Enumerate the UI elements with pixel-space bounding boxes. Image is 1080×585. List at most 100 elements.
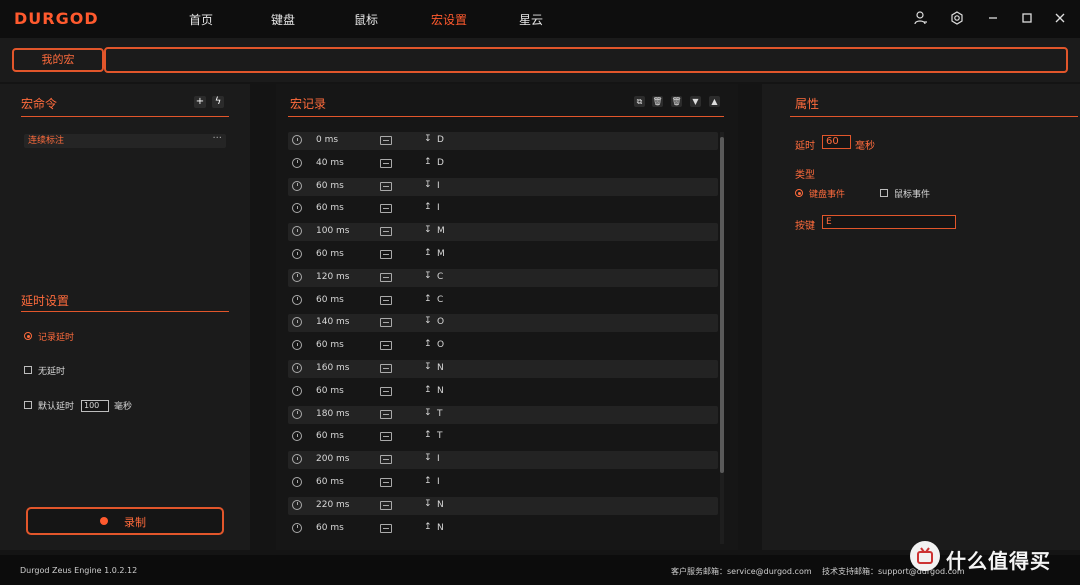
keyboard-icon [380,478,392,487]
lightning-icon[interactable]: ϟ [212,96,224,108]
table-row[interactable]: 60 ms ↥ N [288,383,718,401]
delay-cell: 100 ms [316,226,350,237]
key-cell: T [437,431,443,442]
clock-icon [292,499,302,510]
delay-input[interactable]: 60 [822,135,851,149]
nav-macro-settings[interactable]: 宏设置 [431,11,467,28]
clock-icon [292,203,302,214]
keyboard-icon [380,136,392,145]
move-down-icon[interactable]: ▼ [690,96,701,107]
properties-panel [762,84,1080,550]
table-row[interactable]: 60 ms ↥ T [288,428,718,446]
table-row[interactable]: 40 ms ↥ D [288,155,718,173]
copy-icon[interactable]: ⧉ [634,96,645,107]
maximize-icon[interactable] [1019,11,1035,27]
scrollbar-thumb[interactable] [720,137,724,473]
nav-mouse[interactable]: 鼠标 [354,11,378,28]
table-row[interactable]: 140 ms ↧ O [288,314,718,333]
key-cell: I [437,477,440,487]
keyboard-icon [380,250,392,259]
macro-list-item[interactable]: 连续标注 ··· [24,132,226,148]
delay-cell: 140 ms [316,317,350,328]
clock-icon [292,317,302,328]
table-row[interactable]: 220 ms ↧ N [288,496,718,515]
plus-icon[interactable]: + [194,96,206,108]
delete-all-icon[interactable]: 🗑 [671,96,682,107]
record-delay-radio[interactable] [24,332,32,340]
macro-record-list[interactable]: 0 ms ↧ D 40 ms ↥ D 60 ms ↧ I 60 ms ↥ I 100 ms ↧ M 60 ms… [288,132,720,544]
more-icon[interactable]: ··· [212,132,222,146]
delay-unit: 毫秒 [855,141,875,152]
table-row[interactable]: 60 ms ↥ I [288,474,718,492]
key-direction-icon: ↥ [424,430,432,441]
clock-icon [292,249,302,259]
key-input[interactable]: E [822,215,956,229]
clock-icon [292,226,302,237]
table-row[interactable]: 100 ms ↧ M [288,223,718,242]
delay-cell: 60 ms [316,203,344,214]
delay-cell: 200 ms [316,454,350,465]
clock-icon [292,363,302,373]
default-delay-input[interactable]: 100 [81,400,109,412]
no-delay-checkbox[interactable] [24,366,32,374]
service-email[interactable]: 客户服务邮箱：service@durgod.com [671,566,812,577]
delay-cell: 40 ms [316,157,344,168]
clock-icon [292,340,302,351]
macro-command-panel [0,84,250,550]
properties-divider [790,116,1078,117]
keyboard-icon [380,500,392,510]
keyboard-event-radio[interactable] [795,189,803,197]
move-up-icon[interactable]: ▲ [709,96,720,107]
key-label: 按键 [795,221,815,232]
key-cell: N [437,522,444,533]
keyboard-icon [380,364,392,373]
delete-icon[interactable]: 🗑 [652,96,663,107]
macro-record-title: 宏记录 [290,97,327,111]
key-direction-icon: ↧ [424,498,432,509]
user-icon[interactable] [913,11,929,27]
key-direction-icon: ↧ [424,453,432,464]
clock-icon [292,522,302,533]
clock-icon [292,294,302,305]
minimize-icon[interactable] [985,11,1001,27]
delay-label: 延时 [795,141,815,152]
delay-cell: 160 ms [316,363,350,373]
clock-icon [292,408,302,419]
record-button[interactable]: 录制 [26,507,224,535]
key-direction-icon: ↥ [424,156,432,167]
nav-keyboard[interactable]: 键盘 [271,11,295,28]
settings-icon[interactable] [949,11,965,27]
nav-home[interactable]: 首页 [189,11,213,28]
table-row[interactable]: 60 ms ↥ C [288,292,718,310]
clock-icon [292,157,302,168]
key-cell: N [437,363,444,373]
close-icon[interactable] [1052,11,1068,27]
key-direction-icon: ↥ [424,476,432,486]
watermark-text: 什么值得买 [946,549,1051,573]
table-row[interactable]: 120 ms ↧ C [288,268,718,287]
macro-command-title: 宏命令 [21,97,58,111]
support-email[interactable]: 技术支持邮箱：support@durgod.com [822,566,965,577]
table-row[interactable]: 160 ms ↧ N [288,360,718,378]
clock-icon [292,180,302,191]
my-macro-tab[interactable]: 我的宏 [12,48,104,72]
nav-nebula[interactable]: 星云 [519,11,543,28]
table-row[interactable]: 60 ms ↥ O [288,337,718,355]
mouse-event-checkbox[interactable] [880,189,888,197]
key-cell: D [437,135,444,145]
delay-settings-title: 延时设置 [21,294,70,308]
keyboard-icon [380,432,392,442]
table-row[interactable]: 60 ms ↧ I [288,177,718,196]
default-delay-checkbox[interactable] [24,401,32,409]
table-row[interactable]: 60 ms ↥ N [288,520,718,538]
macro-name-input[interactable] [104,47,1068,73]
keyboard-icon [380,386,392,396]
table-row[interactable]: 0 ms ↧ D [288,132,718,150]
table-row[interactable]: 200 ms ↧ I [288,451,718,470]
table-row[interactable]: 180 ms ↧ T [288,405,718,424]
table-row[interactable]: 60 ms ↥ M [288,246,718,264]
table-row[interactable]: 60 ms ↥ I [288,200,718,218]
key-direction-icon: ↥ [424,384,432,395]
delay-cell: 60 ms [316,180,344,191]
delay-cell: 60 ms [316,340,344,351]
